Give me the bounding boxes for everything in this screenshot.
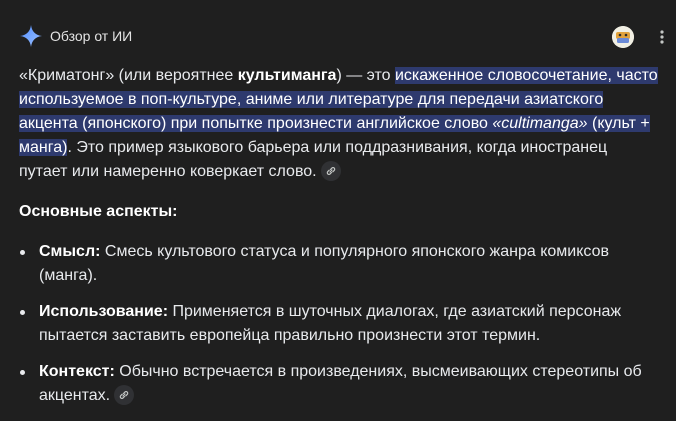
bullet-dot — [20, 370, 25, 375]
source-link-icon[interactable] — [114, 384, 135, 405]
intro-text-2: ) — это — [336, 67, 395, 84]
ai-overview-header: Обзор от ИИ — [0, 0, 676, 72]
bullet-label: Смысл: — [39, 243, 101, 260]
gemini-spark-icon — [19, 24, 43, 48]
intro-paragraph: «Криматонг» (или вероятнее культиманга) … — [19, 64, 659, 184]
user-avatar[interactable] — [612, 26, 634, 48]
aspects-list: Смысл: Смесь культового статуса и популя… — [19, 240, 659, 420]
more-vert-icon[interactable] — [654, 29, 670, 45]
highlighted-italic-term: «cultimanga» — [492, 115, 588, 132]
source-link-icon[interactable] — [320, 160, 341, 181]
overview-body: «Криматонг» (или вероятнее культиманга) … — [19, 64, 659, 184]
intro-bold-term: культиманга — [237, 67, 337, 84]
list-item: Использование: Применяется в шуточных ди… — [19, 300, 659, 348]
list-item: Контекст: Обычно встречается в произведе… — [19, 360, 659, 408]
bullet-label: Контекст: — [39, 363, 115, 380]
bullet-label: Использование: — [39, 303, 169, 320]
bullet-text: Смесь культового статуса и популярного я… — [39, 243, 609, 284]
intro-text-1: «Криматонг» (или вероятнее — [19, 67, 238, 84]
ai-overview-title: Обзор от ИИ — [50, 28, 133, 44]
list-item: Смысл: Смесь культового статуса и популя… — [19, 240, 659, 288]
bullet-dot — [20, 250, 25, 255]
bullet-dot — [20, 310, 25, 315]
section-title: Основные аспекты: — [19, 203, 178, 220]
intro-text-3: . Это пример языкового барьера или поддр… — [19, 139, 608, 180]
